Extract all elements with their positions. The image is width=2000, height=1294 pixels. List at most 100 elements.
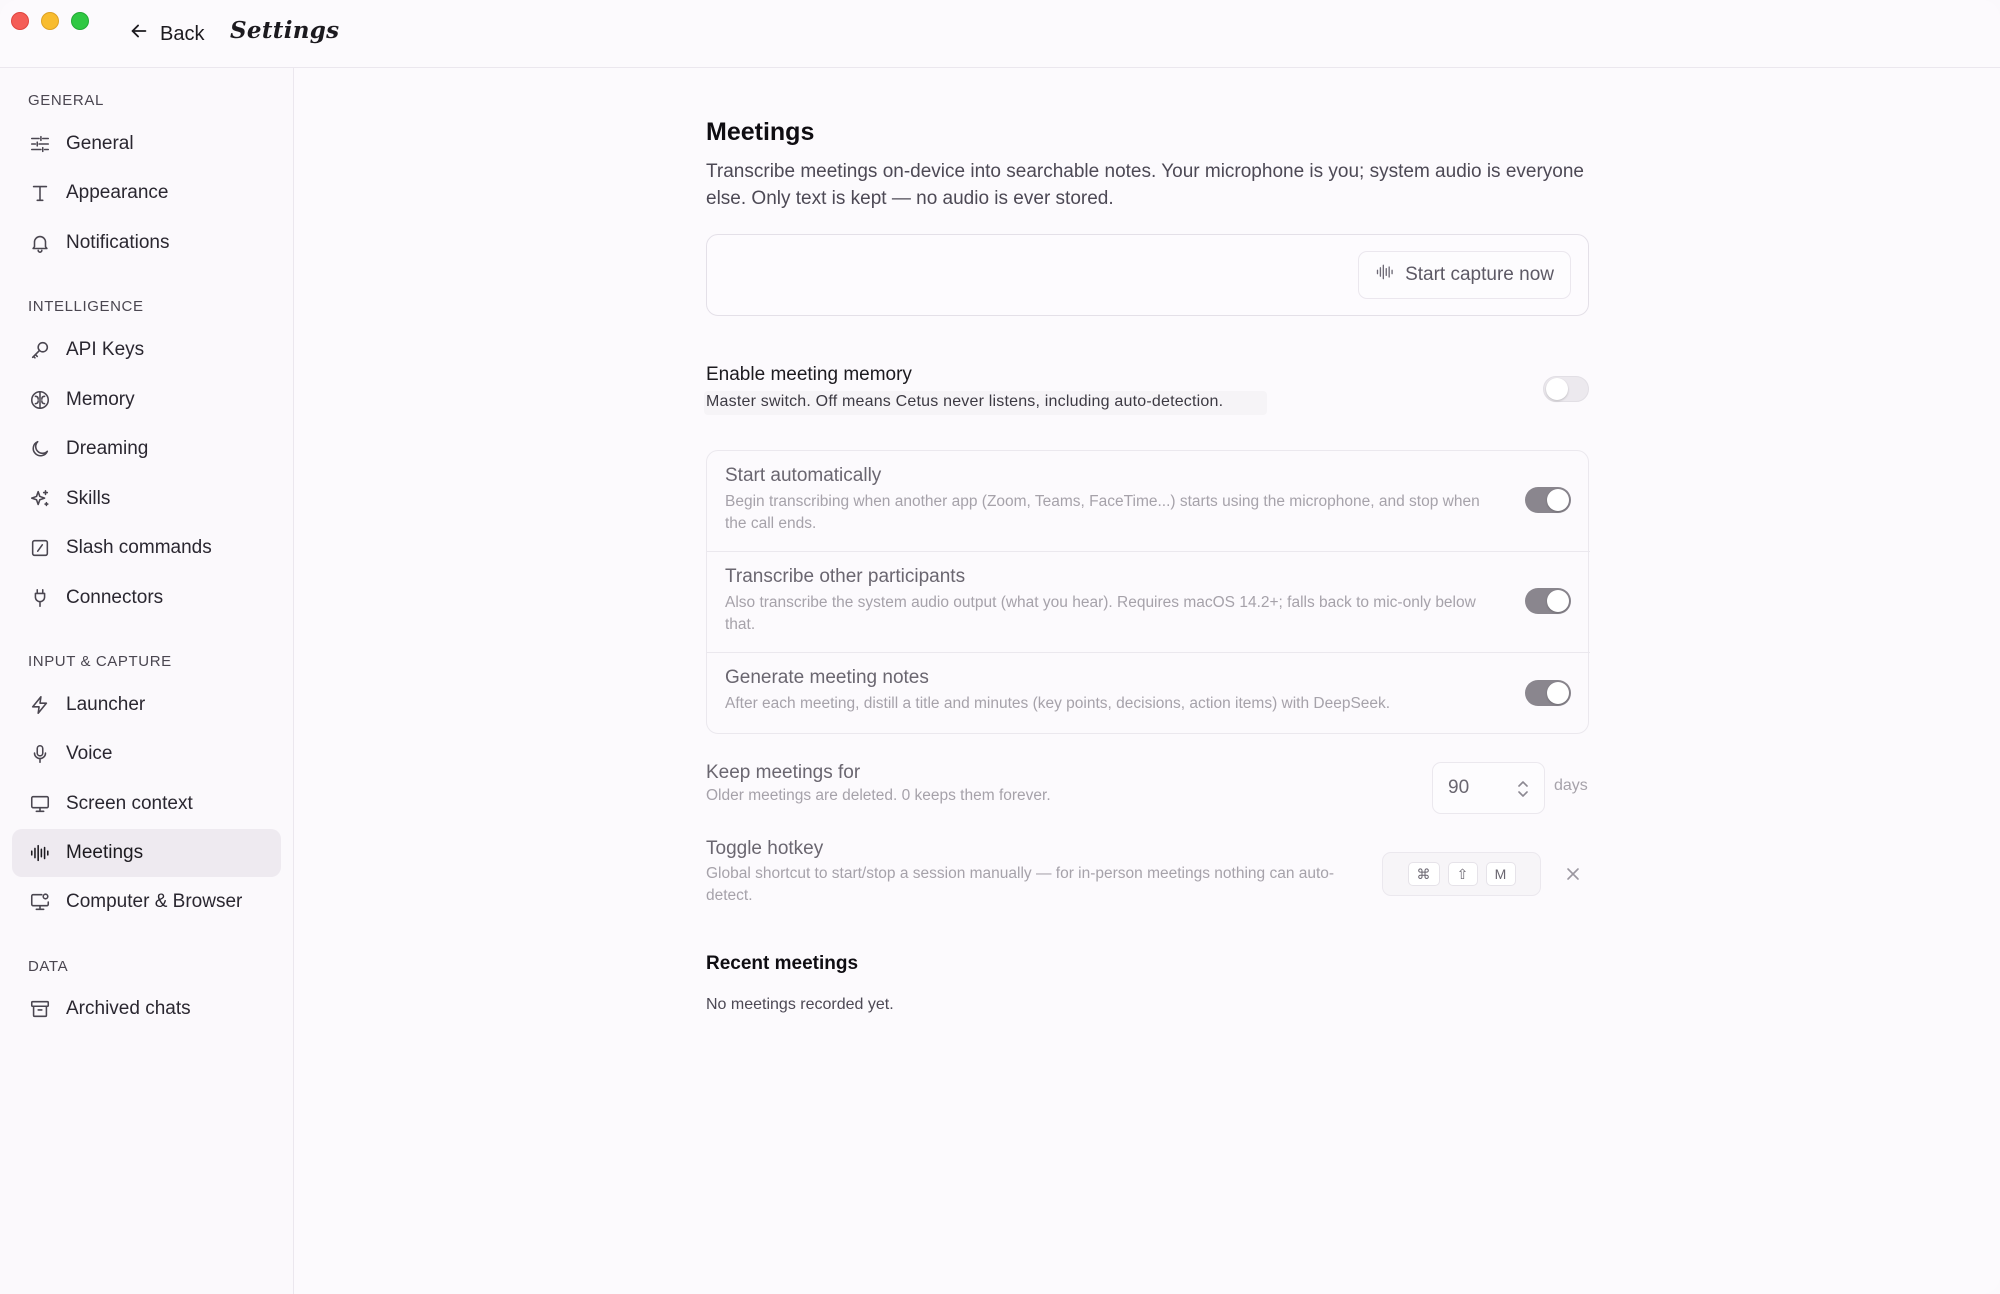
enable-meeting-memory-toggle[interactable] <box>1543 376 1589 402</box>
sidebar-item-label: Meetings <box>66 842 144 863</box>
option-title: Transcribe other participants <box>725 566 966 587</box>
sidebar-item-label: Dreaming <box>66 438 149 459</box>
window-title: Settings <box>230 17 340 44</box>
sidebar-item-voice[interactable]: Voice <box>12 730 281 778</box>
sidebar-item-dreaming[interactable]: Dreaming <box>12 425 281 473</box>
shift-key: ⇧ <box>1447 862 1478 886</box>
sidebar-item-computer-browser[interactable]: Computer & Browser <box>12 878 281 926</box>
sidebar-item-notifications[interactable]: Notifications <box>12 219 281 267</box>
minimize-window-button[interactable] <box>41 12 59 30</box>
sidebar-section-data: DATA <box>28 958 69 975</box>
page-description: Transcribe meetings on-device into searc… <box>706 161 1584 209</box>
slash-square-icon <box>28 536 52 560</box>
sidebar-item-label: Connectors <box>66 587 164 608</box>
transcribe-others-toggle[interactable] <box>1525 588 1571 614</box>
sidebar-item-general[interactable]: General <box>12 120 281 168</box>
sidebar-item-connectors[interactable]: Connectors <box>12 574 281 622</box>
start-capture-button[interactable]: Start capture now <box>1358 251 1571 299</box>
zoom-window-button[interactable] <box>71 12 89 30</box>
sidebar-item-label: API Keys <box>66 339 145 360</box>
sidebar-item-memory[interactable]: Memory <box>12 376 281 424</box>
option-row-transcribe-others: Transcribe other participants Also trans… <box>707 552 1590 652</box>
toggle-knob <box>1547 489 1569 511</box>
title-bar: Back Settings <box>0 0 2000 68</box>
retention-unit: days <box>1554 777 1588 794</box>
close-icon <box>1563 868 1583 888</box>
sidebar-item-skills[interactable]: Skills <box>12 475 281 523</box>
sidebar-item-label: Slash commands <box>66 537 212 558</box>
sidebar-item-slash-commands[interactable]: Slash commands <box>12 524 281 572</box>
sidebar-item-label: Skills <box>66 488 111 509</box>
m-key: M <box>1485 862 1516 886</box>
lightning-icon <box>28 693 52 717</box>
sparkles-icon <box>28 487 52 511</box>
sidebar-item-label: Notifications <box>66 232 170 253</box>
key-icon <box>28 338 52 362</box>
sidebar-item-label: Screen context <box>66 793 193 814</box>
arrow-left-icon <box>128 20 150 48</box>
back-label: Back <box>160 22 205 45</box>
generate-notes-toggle[interactable] <box>1525 680 1571 706</box>
audio-waveform-icon <box>28 841 52 865</box>
sidebar-item-label: Memory <box>66 389 135 410</box>
option-title: Start automatically <box>725 465 882 486</box>
hotkey-title: Toggle hotkey <box>706 838 824 859</box>
option-subtitle: Begin transcribing when another app (Zoo… <box>725 493 1480 532</box>
option-row-start-automatically: Start automatically Begin transcribing w… <box>707 451 1590 551</box>
hotkey-subtitle: Global shortcut to start/stop a session … <box>706 865 1335 904</box>
sidebar-item-appearance[interactable]: Appearance <box>12 169 281 217</box>
recent-meetings-title: Recent meetings <box>706 953 859 974</box>
start-capture-label: Start capture now <box>1405 264 1554 285</box>
clear-hotkey-button[interactable] <box>1563 864 1583 884</box>
sidebar-section-intelligence: INTELLIGENCE <box>28 298 144 315</box>
main-content: Meetings Transcribe meetings on-device i… <box>295 68 2000 1294</box>
enable-meeting-memory-title: Enable meeting memory <box>706 364 912 385</box>
capture-panel: Start capture now <box>706 234 1589 316</box>
page-title: Meetings <box>706 118 815 146</box>
sliders-icon <box>28 132 52 156</box>
sidebar-item-launcher[interactable]: Launcher <box>12 681 281 729</box>
retention-title: Keep meetings for <box>706 762 861 783</box>
sidebar-item-meetings[interactable]: Meetings <box>12 829 281 877</box>
retention-days-stepper[interactable]: 90 <box>1432 762 1545 814</box>
option-title: Generate meeting notes <box>725 667 929 688</box>
enable-meeting-memory-subtitle: Master switch. Off means Cetus never lis… <box>704 391 1267 415</box>
sidebar-item-archived-chats[interactable]: Archived chats <box>12 985 281 1033</box>
monitor-cursor-icon <box>28 890 52 914</box>
retention-days-value: 90 <box>1448 777 1470 798</box>
command-key: ⌘ <box>1407 862 1440 886</box>
up-down-chevron-icon[interactable] <box>1516 777 1530 801</box>
hotkey-recorder[interactable]: ⌘ ⇧ M <box>1382 852 1541 896</box>
sidebar-item-label: Computer & Browser <box>66 891 243 912</box>
sidebar-item-api-keys[interactable]: API Keys <box>12 326 281 374</box>
retention-subtitle: Older meetings are deleted. 0 keeps them… <box>706 787 1051 804</box>
moon-icon <box>28 437 52 461</box>
sidebar-item-label: Launcher <box>66 694 146 715</box>
sidebar-item-label: Archived chats <box>66 998 191 1019</box>
option-subtitle: Also transcribe the system audio output … <box>725 594 1476 633</box>
sidebar-item-label: Appearance <box>66 182 169 203</box>
sidebar-section-input-capture: INPUT & CAPTURE <box>28 653 172 670</box>
audio-waveform-icon <box>1375 262 1395 288</box>
plug-icon <box>28 586 52 610</box>
back-button[interactable]: Back <box>128 18 204 50</box>
option-row-generate-notes: Generate meeting notes After each meetin… <box>707 653 1590 733</box>
toggle-knob <box>1547 682 1569 704</box>
sidebar-item-screen-context[interactable]: Screen context <box>12 780 281 828</box>
microphone-icon <box>28 742 52 766</box>
start-automatically-toggle[interactable] <box>1525 487 1571 513</box>
brain-icon <box>28 388 52 412</box>
sidebar: GENERAL General Appearance Notifications… <box>0 68 294 1294</box>
toggle-knob <box>1546 378 1568 400</box>
recent-meetings-empty: No meetings recorded yet. <box>706 996 894 1013</box>
sidebar-item-label: Voice <box>66 743 113 764</box>
sidebar-item-label: General <box>66 133 134 154</box>
toggle-knob <box>1547 590 1569 612</box>
meeting-options-group: Start automatically Begin transcribing w… <box>706 450 1590 734</box>
option-subtitle: After each meeting, distill a title and … <box>725 695 1391 712</box>
text-type-icon <box>28 181 52 205</box>
sidebar-section-general: GENERAL <box>28 92 104 109</box>
close-window-button[interactable] <box>11 12 29 30</box>
bell-icon <box>28 231 52 255</box>
archive-icon <box>28 997 52 1021</box>
